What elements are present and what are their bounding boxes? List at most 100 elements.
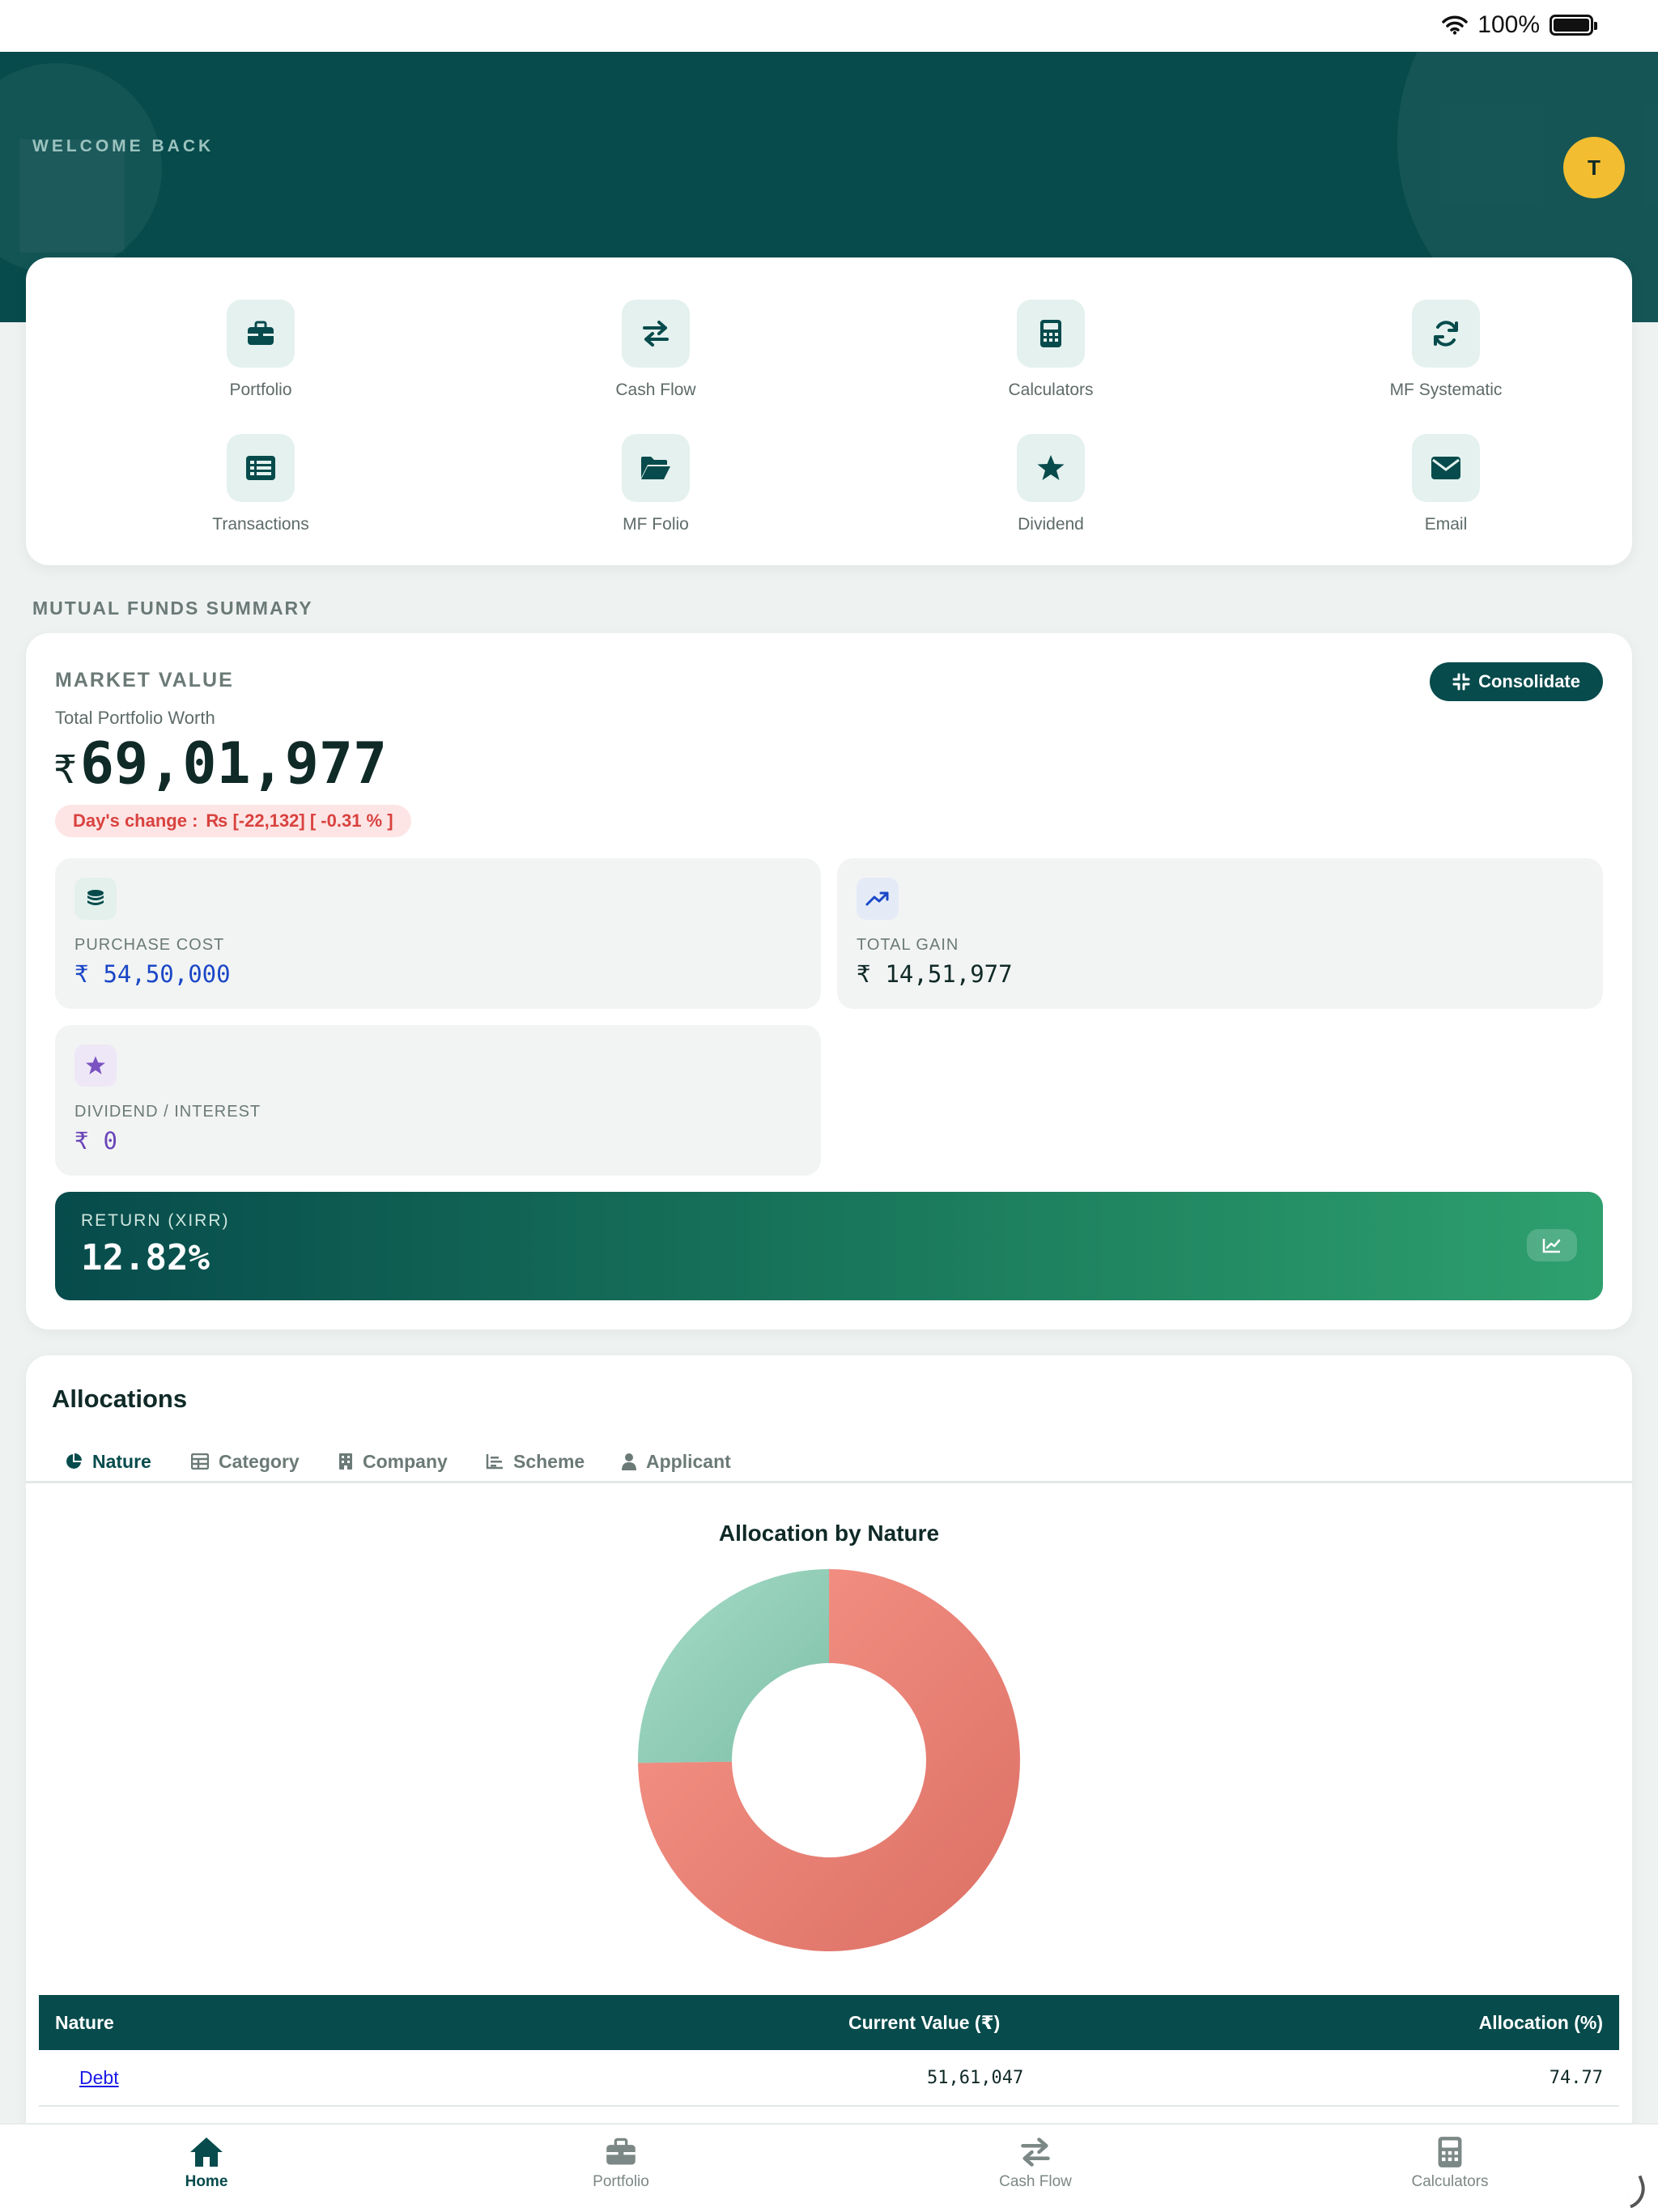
pie-chart-icon xyxy=(66,1453,82,1469)
quick-action-label: Portfolio xyxy=(229,381,292,399)
allocation-table: Nature Current Value (₹) Allocation (%) … xyxy=(39,1995,1619,2107)
currency-symbol: ₹ xyxy=(74,1127,89,1155)
quick-action-email[interactable]: Email xyxy=(1324,434,1567,534)
home-icon xyxy=(190,2138,223,2167)
nav-label: Cash Flow xyxy=(999,2173,1072,2190)
quick-action-label: MF Folio xyxy=(623,515,689,534)
tab-nature[interactable]: Nature xyxy=(65,1440,151,1483)
quick-action-label: Calculators xyxy=(1008,381,1094,399)
swap-arrows-icon xyxy=(1021,2138,1050,2167)
xirr-chart-button[interactable] xyxy=(1527,1229,1577,1261)
chart-title: Allocation by Nature xyxy=(718,1521,940,1546)
currency-symbol: ₹ xyxy=(74,960,89,988)
bar-chart-icon xyxy=(486,1454,503,1470)
tab-label: Nature xyxy=(92,1450,151,1472)
dividend-label: DIVIDEND / INTEREST xyxy=(74,1103,261,1121)
currency-symbol: ₹ xyxy=(857,960,871,988)
wifi-icon xyxy=(1442,15,1469,35)
purchase-cost-label: PURCHASE COST xyxy=(74,936,225,954)
quick-action-label: Cash Flow xyxy=(615,381,696,399)
quick-action-mf-folio[interactable]: MF Folio xyxy=(534,434,777,534)
nav-label: Calculators xyxy=(1411,2173,1489,2190)
tab-applicant[interactable]: Applicant xyxy=(622,1440,731,1483)
total-gain-value: ₹ 14,51,977 xyxy=(857,960,1013,988)
tab-scheme[interactable]: Scheme xyxy=(486,1440,585,1483)
nature-link[interactable]: Debt xyxy=(79,2050,119,2105)
tab-category[interactable]: Category xyxy=(191,1440,300,1483)
list-icon xyxy=(246,456,275,480)
nav-cash-flow[interactable]: Cash Flow xyxy=(954,2136,1116,2191)
mutual-funds-summary-card: MARKET VALUE Total Portfolio Worth ₹ 69,… xyxy=(26,633,1632,1329)
xirr-label: RETURN (XIRR) xyxy=(81,1211,230,1230)
quick-actions-card: Portfolio Cash Flow Calculators MF Syste… xyxy=(26,257,1632,565)
quick-action-mf-systematic[interactable]: MF Systematic xyxy=(1324,300,1567,400)
trending-up-icon xyxy=(865,891,889,906)
nav-portfolio[interactable]: Portfolio xyxy=(540,2136,702,2191)
purchase-cost-value: ₹ 54,50,000 xyxy=(74,960,231,988)
quick-action-dividend[interactable]: Dividend xyxy=(929,434,1172,534)
dividend-value: ₹ 0 xyxy=(74,1127,117,1155)
tab-company[interactable]: Company xyxy=(338,1440,448,1483)
allocations-title: Allocations xyxy=(52,1385,188,1413)
header-allocation: Allocation (%) xyxy=(1478,2011,1603,2033)
allocation-percent: 74.77 xyxy=(1549,2067,1603,2088)
quick-action-portfolio[interactable]: Portfolio xyxy=(139,300,382,400)
total-value: 69,01,977 xyxy=(79,730,388,797)
purchase-cost-amount: 54,50,000 xyxy=(103,960,231,988)
quick-action-calculators[interactable]: Calculators xyxy=(929,300,1172,400)
dividend-amount: 0 xyxy=(103,1127,117,1155)
quick-action-transactions[interactable]: Transactions xyxy=(139,434,382,534)
quick-action-label: Dividend xyxy=(1018,515,1084,534)
calculator-icon xyxy=(1438,2137,1462,2167)
compress-icon xyxy=(1452,673,1470,691)
nav-label: Home xyxy=(185,2173,228,2190)
xirr-banner: RETURN (XIRR) 12.82% xyxy=(55,1192,1603,1300)
swap-arrows-icon xyxy=(643,321,669,347)
quick-action-label: Transactions xyxy=(212,515,309,534)
total-portfolio-label: Total Portfolio Worth xyxy=(55,708,215,728)
nav-label: Portfolio xyxy=(593,2173,649,2190)
briefcase-icon xyxy=(248,321,274,345)
welcome-text: WELCOME BACK xyxy=(32,137,215,155)
consolidate-button[interactable]: Consolidate xyxy=(1430,662,1603,701)
refresh-icon xyxy=(1434,321,1458,347)
status-indicators: 100% xyxy=(1442,11,1597,39)
tab-label: Company xyxy=(363,1450,448,1472)
table-icon xyxy=(191,1453,209,1470)
nav-calculators[interactable]: Calculators xyxy=(1369,2136,1531,2191)
star-icon xyxy=(86,1056,105,1074)
line-chart-icon xyxy=(1542,1239,1561,1253)
quick-action-cash-flow[interactable]: Cash Flow xyxy=(534,300,777,400)
currency-symbol: ₹ xyxy=(53,747,77,793)
donut-slice-other[interactable] xyxy=(638,1569,829,1763)
table-row: Debt 51,61,047 74.77 xyxy=(39,2050,1619,2107)
avatar[interactable]: T xyxy=(1563,137,1625,198)
envelope-icon xyxy=(1431,457,1460,479)
total-gain-card: TOTAL GAIN ₹ 14,51,977 xyxy=(837,858,1603,1009)
table-header: Nature Current Value (₹) Allocation (%) xyxy=(39,1995,1619,2050)
market-value-title: MARKET VALUE xyxy=(55,669,234,691)
header-nature: Nature xyxy=(55,2011,114,2033)
folder-open-icon xyxy=(641,457,670,479)
header-current-value: Current Value (₹) xyxy=(848,2011,1001,2033)
status-bar: 100% xyxy=(0,0,1658,52)
dividend-interest-card: DIVIDEND / INTEREST ₹ 0 xyxy=(55,1025,821,1176)
battery-icon xyxy=(1550,15,1597,36)
days-change-value: ₨ [-22,132] [ -0.31 % ] xyxy=(206,810,393,831)
total-portfolio-value: ₹ 69,01,977 xyxy=(53,730,387,797)
tab-label: Category xyxy=(219,1450,300,1472)
purchase-cost-card: PURCHASE COST ₹ 54,50,000 xyxy=(55,858,821,1009)
briefcase-icon xyxy=(606,2138,636,2165)
allocation-tabs: Nature Category Company Scheme Applicant xyxy=(26,1440,1632,1483)
section-title: MUTUAL FUNDS SUMMARY xyxy=(32,598,313,619)
consolidate-label: Consolidate xyxy=(1478,671,1580,691)
building-icon xyxy=(339,1453,352,1470)
star-icon xyxy=(1037,455,1065,480)
coins-icon xyxy=(87,890,104,905)
nav-home[interactable]: Home xyxy=(125,2136,287,2191)
days-change-label: Day's change : xyxy=(73,810,198,831)
tab-label: Applicant xyxy=(646,1450,731,1472)
allocation-donut-chart xyxy=(638,1569,1020,1951)
total-gain-label: TOTAL GAIN xyxy=(857,936,959,954)
current-value: 51,61,047 xyxy=(927,2067,1024,2088)
